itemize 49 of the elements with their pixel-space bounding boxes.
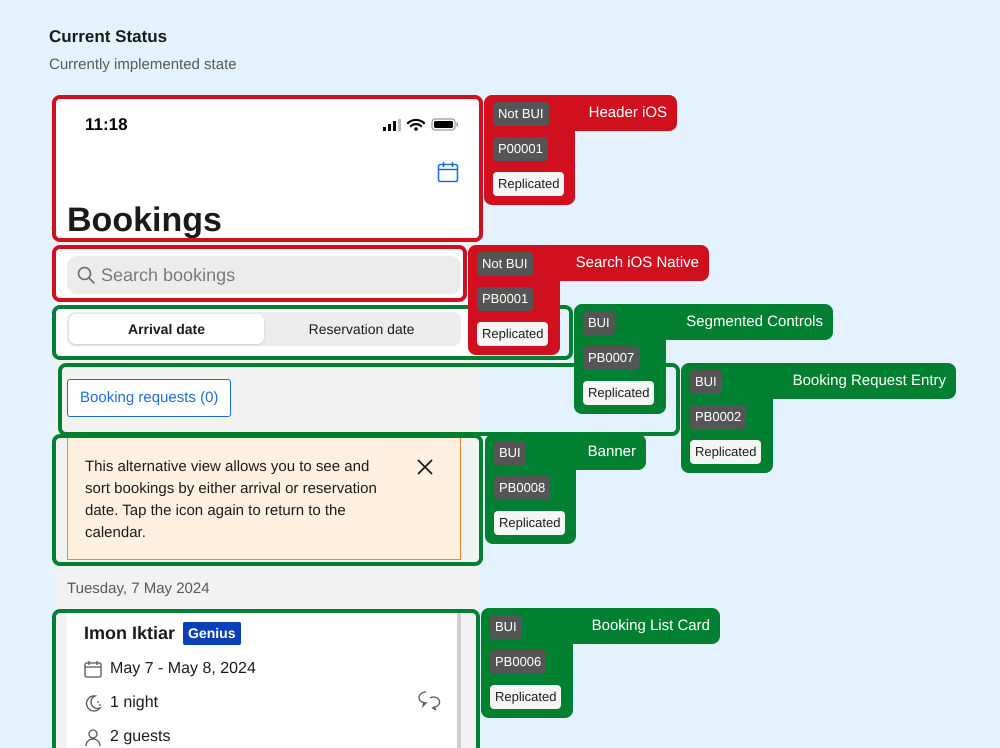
night-count: 1 night xyxy=(110,693,158,713)
status-tag: Replicated xyxy=(494,511,566,535)
booking-requests-button[interactable]: Booking requests (0) xyxy=(67,379,232,417)
annotation-title: Booking Request Entry xyxy=(773,363,956,399)
date-header: Tuesday, 7 May 2024 xyxy=(66,579,211,599)
genius-badge: Genius xyxy=(183,622,240,645)
moon-icon xyxy=(84,694,102,712)
calendar-icon xyxy=(84,660,102,678)
component-code: P00001 xyxy=(493,137,548,161)
category-tag: Not BUI xyxy=(493,102,549,126)
component-code: PB0002 xyxy=(690,405,746,429)
status-tag: Replicated xyxy=(490,685,562,709)
component-code: PB0008 xyxy=(494,476,550,500)
guest-count: 2 guests xyxy=(110,727,170,747)
stay-dates: May 7 - May 8, 2024 xyxy=(110,659,256,679)
search-icon xyxy=(77,266,95,284)
battery-icon xyxy=(431,118,459,132)
annotation-title: Banner xyxy=(576,434,646,470)
signal-icon xyxy=(383,118,401,131)
category-tag: BUI xyxy=(690,370,722,394)
status-tag: Replicated xyxy=(690,440,762,464)
annotation-title: Search iOS Native xyxy=(560,245,709,281)
annotation-title: Booking List Card xyxy=(573,608,720,644)
page-heading: Bookings xyxy=(67,200,222,240)
segment-tab[interactable]: Reservation date xyxy=(264,314,459,344)
search-field[interactable]: Search bookings xyxy=(67,256,461,294)
wifi-icon xyxy=(407,118,425,132)
banner-text: This alternative view allows you to see and sort bookings by either arrival or reservation date. Tap the icon again to return to the calendar. xyxy=(85,457,378,543)
category-tag: Not BUI xyxy=(477,252,533,276)
category-tag: BUI xyxy=(494,441,526,465)
status-tag: Replicated xyxy=(493,172,564,196)
page-subtitle: Currently implemented state xyxy=(49,54,238,74)
segment-tab[interactable]: Arrival date xyxy=(69,314,264,344)
status-tag: Replicated xyxy=(477,322,548,346)
annotation-title: Header iOS xyxy=(575,95,677,131)
calendar-icon[interactable] xyxy=(437,161,459,183)
person-icon xyxy=(84,728,102,746)
page-title: Current Status xyxy=(49,26,168,48)
annotation-title: Segmented Controls xyxy=(666,304,833,340)
category-tag: BUI xyxy=(490,615,522,639)
category-tag: BUI xyxy=(583,311,615,335)
component-code: PB0001 xyxy=(477,287,534,311)
status-tag: Replicated xyxy=(583,381,654,405)
component-code: PB0006 xyxy=(490,650,546,674)
booking-card[interactable]: Imon Iktiar Genius May 7 - May 8, 2024 1 night 2 guests xyxy=(67,612,461,748)
close-icon[interactable] xyxy=(416,458,434,476)
component-code: PB0007 xyxy=(583,346,640,370)
guest-name: Imon Iktiar xyxy=(84,622,176,645)
status-time: 11:18 xyxy=(85,114,128,136)
